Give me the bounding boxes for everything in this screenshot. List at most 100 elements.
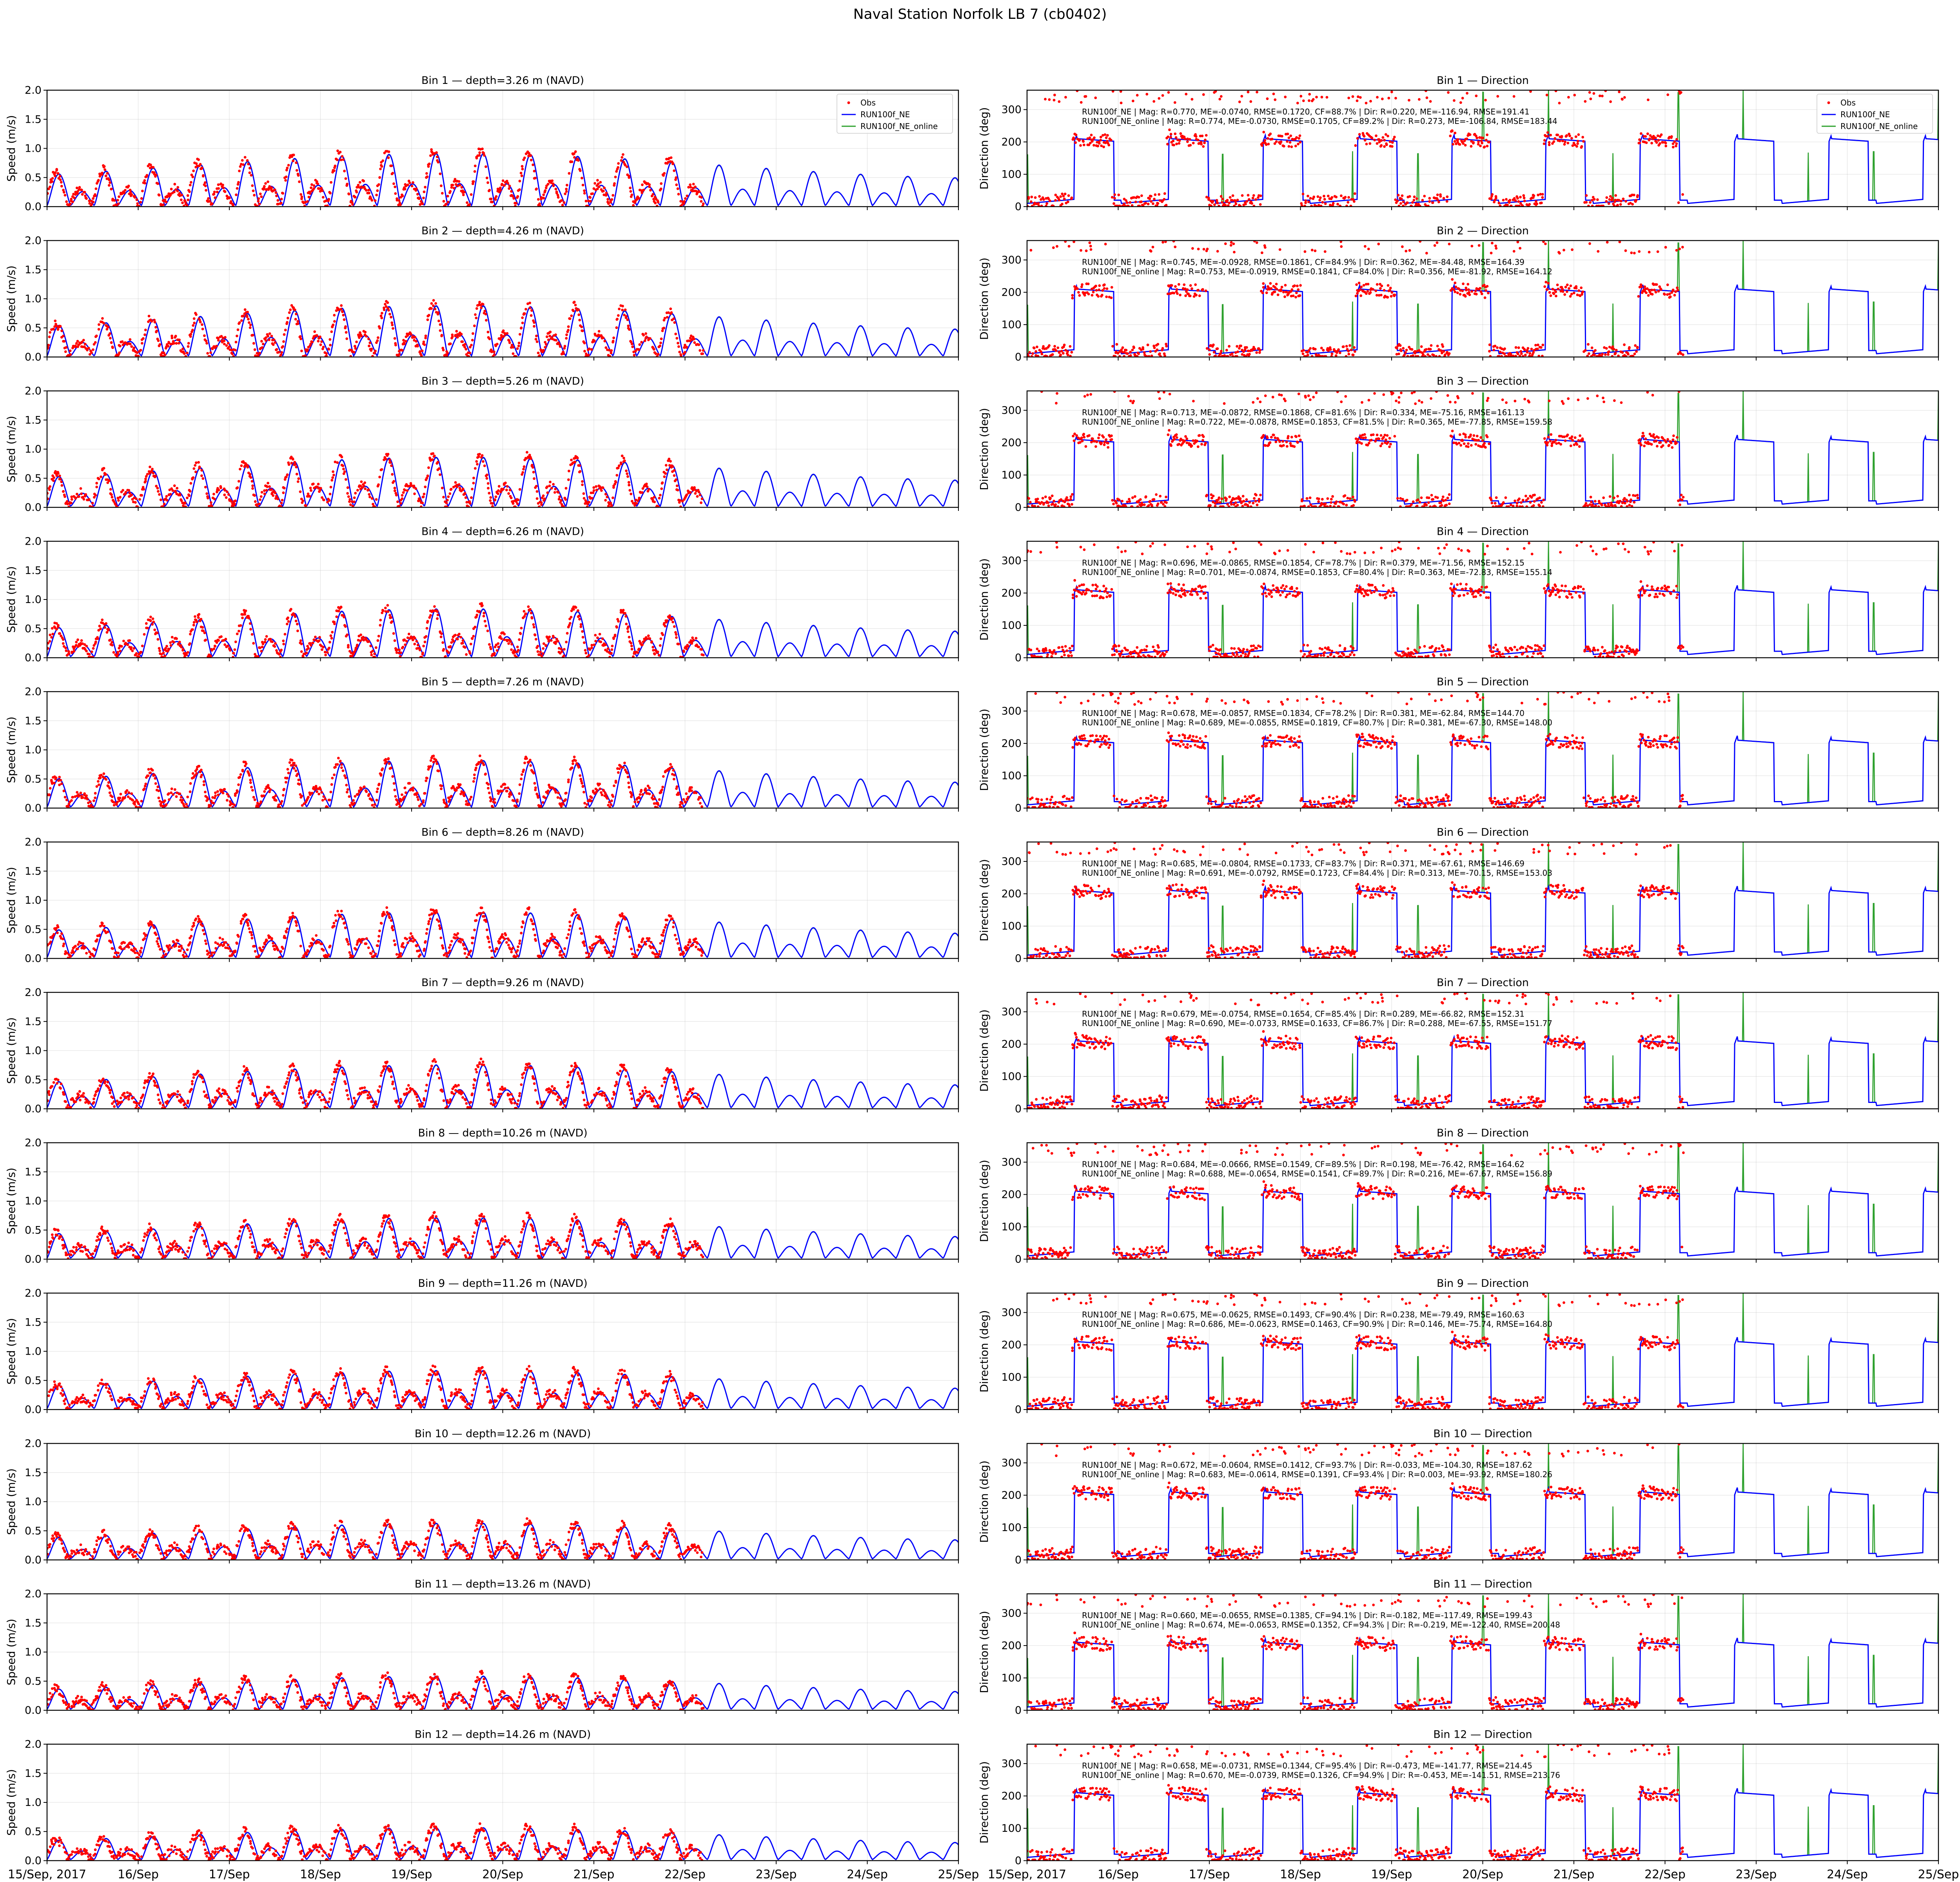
obs-point xyxy=(186,194,189,197)
obs-point xyxy=(1347,352,1350,356)
obs-point xyxy=(310,186,312,189)
obs-point xyxy=(345,331,348,334)
obs-point xyxy=(342,467,345,470)
obs-point xyxy=(612,496,614,499)
obs-point xyxy=(1072,434,1075,438)
obs-point xyxy=(403,489,407,492)
obs-point xyxy=(401,194,404,198)
obs-point xyxy=(54,171,57,174)
obs-point xyxy=(1650,289,1653,292)
obs-point xyxy=(1436,496,1439,499)
obs-point xyxy=(1202,435,1205,438)
obs-point xyxy=(1165,203,1168,207)
obs-point xyxy=(1265,291,1268,294)
obs-point xyxy=(1638,138,1641,141)
obs-point xyxy=(1619,500,1622,503)
obs-point xyxy=(51,177,54,180)
obs-point xyxy=(246,465,249,467)
obs-point xyxy=(189,490,192,493)
obs-point xyxy=(517,342,521,345)
obs-point xyxy=(1452,143,1455,146)
obs-point xyxy=(1569,444,1572,447)
obs-point xyxy=(413,492,416,495)
obs-point xyxy=(52,479,55,482)
obs-point xyxy=(673,169,676,172)
obs-point xyxy=(254,500,257,503)
obs-point xyxy=(48,488,51,491)
obs-point xyxy=(1418,501,1421,504)
obs-point xyxy=(1169,136,1172,139)
panels: Bin 1 — depth=3.26 m (NAVD)0.00.51.01.52… xyxy=(5,74,1959,1882)
obs-point xyxy=(581,480,584,483)
obs-point xyxy=(1104,243,1107,245)
legend-label-run100f: RUN100f_NE xyxy=(1840,110,1890,119)
obs-point xyxy=(564,487,568,490)
obs-point xyxy=(1575,443,1579,446)
obs-point xyxy=(104,473,107,476)
obs-point xyxy=(64,647,67,649)
obs-point xyxy=(251,334,254,337)
obs-point xyxy=(563,201,566,204)
obs-point xyxy=(1382,436,1385,439)
obs-point xyxy=(1432,354,1435,357)
obs-point xyxy=(253,194,256,197)
obs-point xyxy=(1056,245,1058,248)
obs-point xyxy=(1168,128,1171,131)
obs-point xyxy=(587,354,590,357)
obs-point xyxy=(260,340,263,343)
obs-point xyxy=(1205,134,1208,137)
obs-point xyxy=(1089,248,1093,251)
obs-point xyxy=(486,482,490,485)
obs-point xyxy=(1675,142,1678,145)
obs-point xyxy=(1249,100,1252,103)
obs-point xyxy=(1225,497,1228,500)
obs-point xyxy=(470,343,473,347)
obs-point xyxy=(1236,503,1239,507)
obs-point xyxy=(1508,199,1512,202)
obs-point xyxy=(1136,94,1139,97)
obs-point xyxy=(204,486,207,489)
obs-point xyxy=(163,198,166,201)
obs-point xyxy=(1528,352,1532,355)
obs-point xyxy=(1053,93,1056,96)
obs-point xyxy=(604,492,607,496)
obs-point xyxy=(1506,203,1509,207)
obs-point xyxy=(1070,196,1073,199)
obs-point xyxy=(1635,350,1638,353)
obs-point xyxy=(1589,97,1592,100)
obs-point xyxy=(236,187,239,190)
obs-point xyxy=(343,318,346,321)
obs-point xyxy=(1225,349,1228,352)
obs-point xyxy=(483,309,486,312)
obs-point xyxy=(597,330,601,333)
obs-point xyxy=(421,349,424,352)
obs-point xyxy=(618,464,621,467)
legend-label-obs: Obs xyxy=(860,98,876,107)
obs-point xyxy=(580,325,583,329)
obs-point xyxy=(1228,345,1231,348)
obs-point xyxy=(1555,294,1557,298)
obs-point xyxy=(1134,495,1136,498)
obs-point xyxy=(1462,282,1465,285)
obs-point xyxy=(381,159,385,162)
obs-point xyxy=(1393,435,1396,438)
obs-point xyxy=(1386,296,1389,299)
obs-point xyxy=(258,202,261,205)
obs-point xyxy=(1442,197,1445,200)
obs-point xyxy=(379,167,382,171)
obs-point xyxy=(191,175,194,178)
obs-point xyxy=(1066,350,1069,353)
obs-point xyxy=(320,340,323,343)
obs-point xyxy=(55,474,58,477)
obs-point xyxy=(1266,436,1269,440)
obs-point xyxy=(544,189,547,192)
obs-point xyxy=(170,187,173,191)
y-tick-label: 0.0 xyxy=(25,351,42,363)
obs-point xyxy=(577,313,581,316)
obs-point xyxy=(162,203,165,206)
obs-point xyxy=(165,499,169,502)
obs-point xyxy=(249,326,252,329)
obs-point xyxy=(213,498,216,501)
obs-point xyxy=(546,491,549,494)
obs-point xyxy=(189,183,192,187)
